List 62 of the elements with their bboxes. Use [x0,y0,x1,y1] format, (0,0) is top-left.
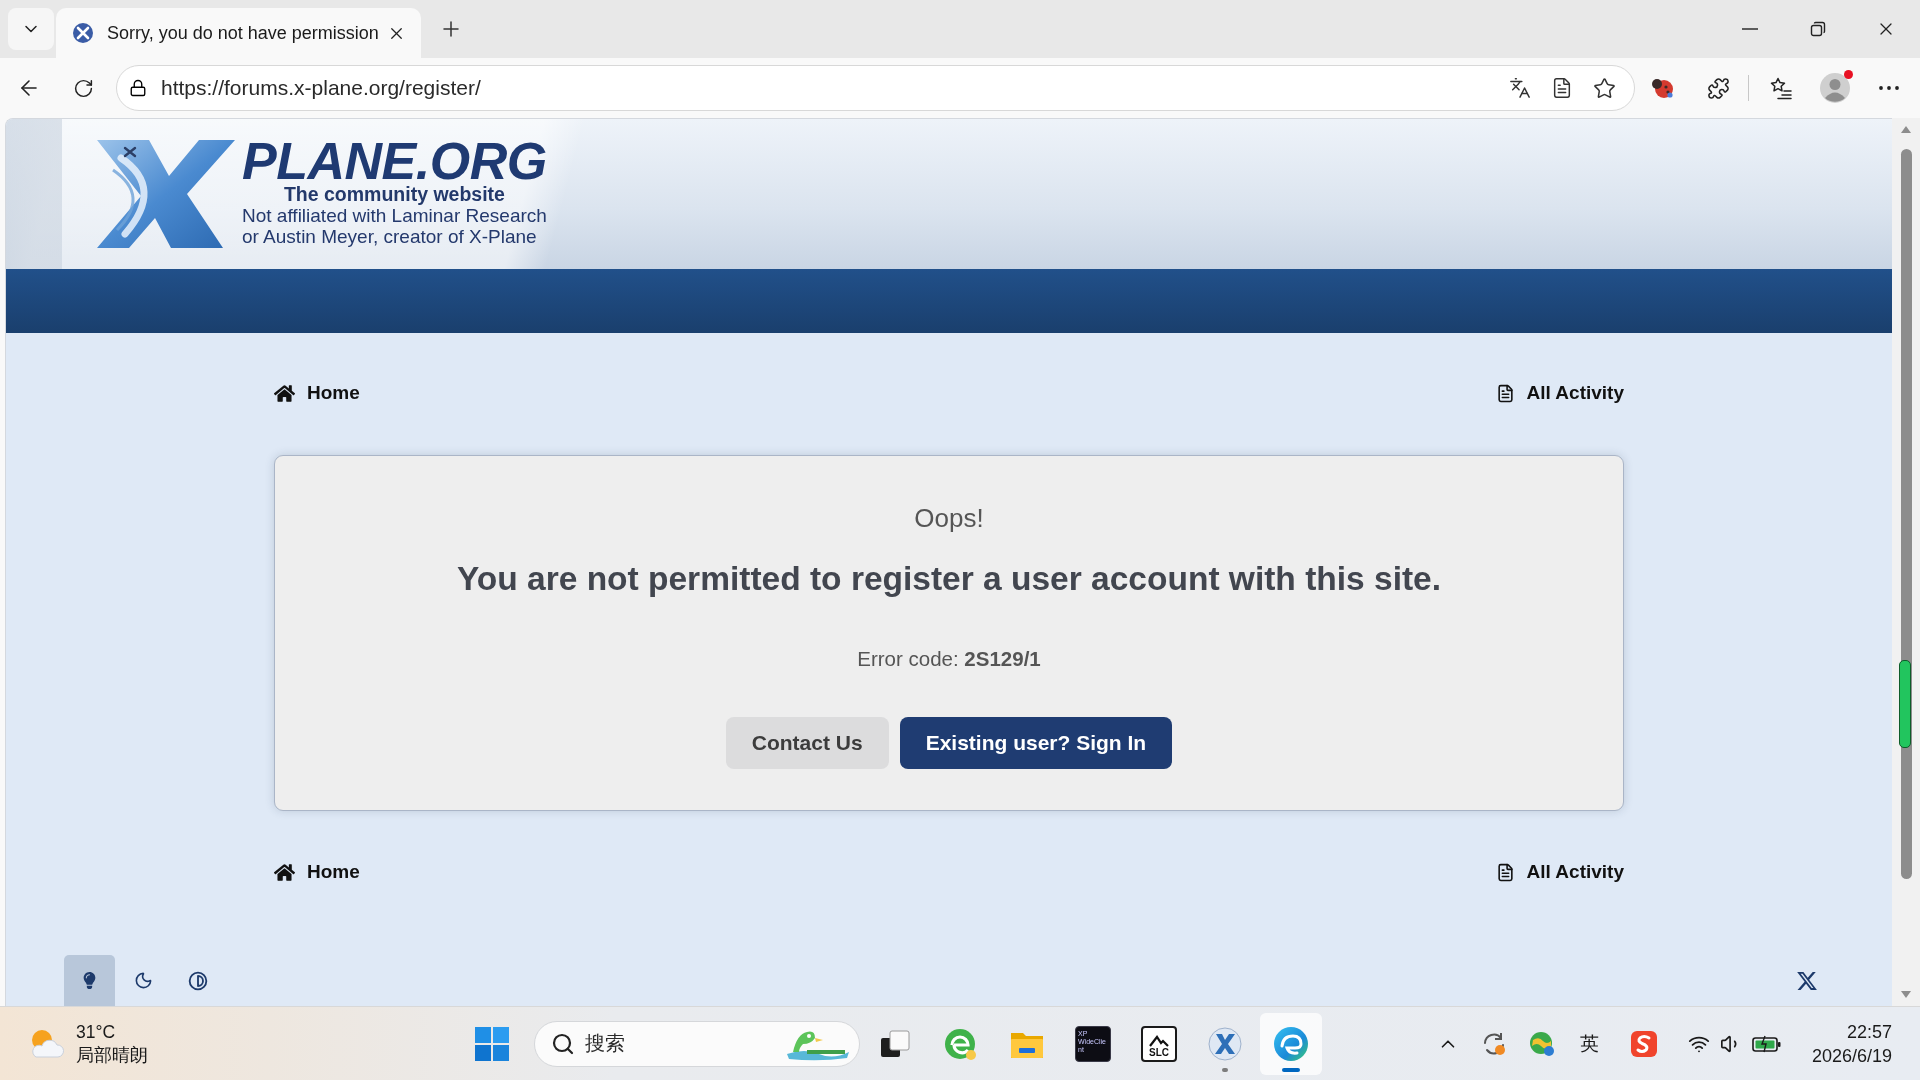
url-text: https://forums.x-plane.org/register/ [161,76,482,100]
logo-tagline: The community website [283,184,505,205]
weather-condition: 局部晴朗 [76,1043,148,1067]
windows-logo-icon [475,1026,509,1061]
moon-icon [134,971,153,990]
battery-icon [1751,1034,1782,1053]
app-tile: SLC [1141,1025,1177,1062]
x-logo-icon [95,138,237,250]
tray-app-icon [1630,1030,1657,1057]
ladybug-icon [1651,77,1675,99]
theme-button[interactable] [64,955,115,1006]
error-code: Error code: 2S129/1 [857,647,1041,671]
search-input[interactable]: 搜索 [585,1032,775,1055]
x-circle-icon [73,23,93,43]
x-social-link[interactable] [1796,969,1818,992]
activity-link[interactable]: All Activity [1495,861,1624,883]
swirl-badge-icon [944,1026,978,1061]
logo-disclaimer: Not affiliated with Laminar Research [242,205,547,226]
input-method-button[interactable]: 英 [1567,1021,1612,1066]
home-link[interactable]: Home [274,382,360,404]
scroll-down-icon [1901,991,1911,998]
star-icon [1592,76,1616,100]
sign-in-button[interactable]: Existing user? Sign In [899,717,1173,769]
logo-wordmark: PLANE.ORG [242,138,547,184]
restore-icon [1810,21,1826,37]
x-logo-icon [1796,969,1818,992]
taskbar-app-button[interactable]: SLC [1128,1012,1190,1075]
contact-button[interactable]: Contact Us [725,717,889,769]
home-icon [274,861,295,883]
translate-icon [1509,77,1531,99]
task-view-icon [880,1029,910,1058]
favorites-icon [1769,76,1793,100]
home-link[interactable]: Home [274,861,360,883]
document-icon [1495,383,1515,403]
reader-icon [1551,77,1573,99]
minimize-icon [1742,28,1758,30]
side-handle[interactable] [1899,660,1911,748]
lock-icon [129,79,147,97]
puzzle-icon [1706,76,1730,100]
address-bar[interactable]: https://forums.x-plane.org/register/ [116,65,1635,111]
peak-icon [1148,1034,1170,1047]
document-icon [1495,862,1515,882]
taskbar-search-bar[interactable]: 搜索 [534,1020,860,1067]
more-icon [1879,86,1899,90]
scroll-up-icon [1901,126,1911,133]
x-badge-icon [1208,1026,1242,1061]
clock-time: 22:57 [1846,1020,1892,1044]
logo-disclaimer: or Austin Meyer, creator of X-Plane [242,226,538,247]
contrast-icon [187,970,208,991]
globe-app-icon [1528,1030,1555,1057]
error-message: You are not permitted to register a user account with this site. [456,559,1442,599]
search-icon [551,1031,575,1056]
activity-link[interactable]: All Activity [1495,382,1624,404]
reload-icon [72,77,94,99]
lightbulb-icon [81,972,98,989]
browser-swirl-icon [1273,1025,1309,1062]
home-icon [274,382,295,404]
error-heading: Oops! [914,503,984,533]
weather-temperature: 31°C [76,1020,117,1044]
browser-tab[interactable]: Sorry, you do not have permission [56,8,421,58]
avatar-icon [1820,73,1850,103]
clock-date: 2026/6/19 [1811,1044,1892,1068]
